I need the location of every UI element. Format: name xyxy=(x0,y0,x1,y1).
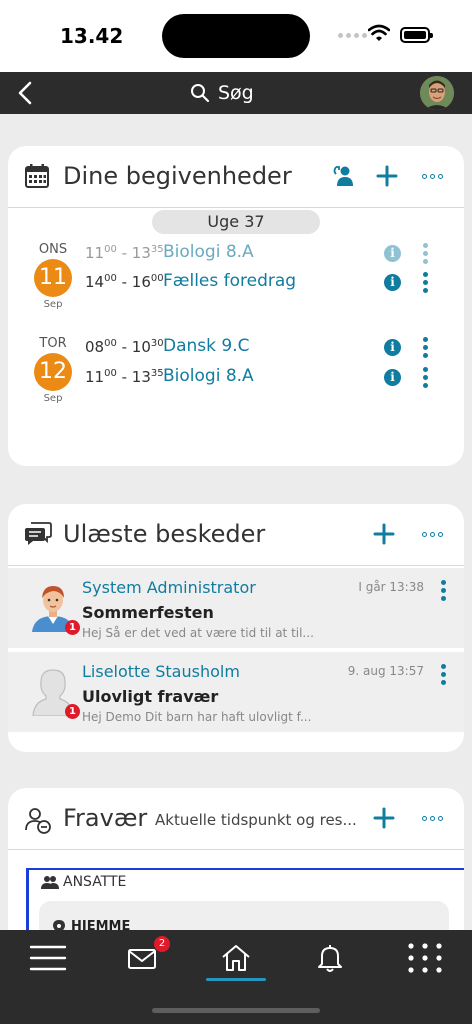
message-time: I går 13:38 xyxy=(358,580,424,594)
status-bar: 13.42 xyxy=(0,0,472,72)
messages-card-title: Ulæste beskeder xyxy=(63,520,266,548)
dynamic-island xyxy=(162,14,310,58)
add-event-button[interactable] xyxy=(376,165,398,187)
message-time: 9. aug 13:57 xyxy=(347,664,424,678)
battery-icon xyxy=(400,27,433,43)
message-subject: Ulovligt fravær xyxy=(82,687,219,706)
message-sender: Liselotte Stausholm xyxy=(82,662,240,681)
events-card-title: Dine begivenheder xyxy=(63,162,292,190)
top-navigation: Søg xyxy=(0,72,472,114)
calendar-icon xyxy=(25,164,49,188)
absence-card: Fravær Aktuelle tidspunkt og res... ANSA… xyxy=(8,788,464,938)
absence-panel: ANSATTE HJEMME xyxy=(26,868,464,938)
event-more-button[interactable] xyxy=(423,243,428,264)
info-icon[interactable]: i xyxy=(384,274,401,291)
people-icon xyxy=(41,876,59,889)
search-button[interactable]: Søg xyxy=(190,80,254,106)
day-weekday: TOR xyxy=(39,336,67,351)
message-item[interactable]: 1 System Administrator I går 13:38 Somme… xyxy=(8,568,464,648)
message-item[interactable]: 1 Liselotte Stausholm 9. aug 13:57 Ulovl… xyxy=(8,652,464,732)
absence-card-subtitle: Aktuelle tidspunkt og res... xyxy=(155,811,357,829)
back-button[interactable] xyxy=(12,79,42,107)
home-nav-button[interactable] xyxy=(220,942,252,974)
notifications-nav-button[interactable] xyxy=(316,942,344,974)
event-more-button[interactable] xyxy=(423,272,428,293)
active-tab-indicator xyxy=(206,978,266,981)
message-subject: Sommerfesten xyxy=(82,603,214,622)
add-absence-button[interactable] xyxy=(373,807,395,829)
day-number: 11 xyxy=(34,259,72,297)
chat-icon xyxy=(25,522,52,545)
staff-label: ANSATTE xyxy=(63,874,127,890)
event-title[interactable]: Biologi 8.A xyxy=(163,366,254,386)
info-icon[interactable]: i xyxy=(384,245,401,262)
message-more-button[interactable] xyxy=(441,664,446,685)
search-label: Søg xyxy=(218,82,254,104)
day-block: ONS 11 Sep xyxy=(30,242,76,310)
week-badge: Uge 37 xyxy=(152,210,320,234)
new-message-button[interactable] xyxy=(373,523,395,545)
day-number: 12 xyxy=(34,353,72,391)
absence-more-button[interactable] xyxy=(422,816,443,821)
event-title[interactable]: Biologi 8.A xyxy=(163,242,254,262)
unread-badge: 1 xyxy=(65,620,80,635)
messages-nav-button[interactable] xyxy=(127,942,157,974)
unread-badge: 1 xyxy=(65,704,80,719)
event-time: 1400 - 1600 xyxy=(85,273,164,291)
event-time: 1100 - 1335 xyxy=(85,244,164,262)
day-month: Sep xyxy=(43,299,63,310)
home-indicator xyxy=(152,1008,320,1013)
event-row[interactable]: 1100 - 1335 Biologi 8.A i xyxy=(85,366,455,390)
messages-card: Ulæste beskeder 1 System Administrator I… xyxy=(8,504,464,752)
staff-group: ANSATTE xyxy=(41,874,126,890)
absence-icon xyxy=(25,808,51,834)
event-time: 0800 - 1030 xyxy=(85,338,164,356)
info-icon[interactable]: i xyxy=(384,339,401,356)
switch-user-button[interactable] xyxy=(333,164,355,188)
absence-card-title: Fravær xyxy=(63,804,148,832)
messages-card-header: Ulæste beskeder xyxy=(8,504,464,566)
events-card-header: Dine begivenheder xyxy=(8,146,464,208)
messages-more-button[interactable] xyxy=(422,532,443,537)
event-row[interactable]: 0800 - 1030 Dansk 9.C i xyxy=(85,336,455,360)
event-title[interactable]: Fælles foredrag xyxy=(163,271,296,291)
apps-nav-button[interactable] xyxy=(406,942,444,974)
event-row[interactable]: 1400 - 1600 Fælles foredrag i xyxy=(85,271,455,295)
event-title[interactable]: Dansk 9.C xyxy=(163,336,249,356)
message-sender: System Administrator xyxy=(82,578,256,597)
day-block: TOR 12 Sep xyxy=(30,336,76,404)
event-more-button[interactable] xyxy=(423,337,428,358)
menu-button[interactable] xyxy=(29,942,67,974)
messages-badge: 2 xyxy=(154,936,170,952)
status-time: 13.42 xyxy=(60,24,124,48)
day-month: Sep xyxy=(43,393,63,404)
event-row[interactable]: 1100 - 1335 Biologi 8.A i xyxy=(85,242,455,266)
absence-card-header: Fravær Aktuelle tidspunkt og res... xyxy=(8,788,464,850)
user-avatar[interactable] xyxy=(420,76,454,110)
search-icon xyxy=(191,84,210,103)
day-weekday: ONS xyxy=(38,242,68,257)
wifi-icon xyxy=(368,24,390,41)
events-more-button[interactable] xyxy=(422,174,443,179)
message-preview: Hej Så er det ved at være tid til at til… xyxy=(82,626,314,640)
events-body: Uge 37 ONS 11 Sep 1100 - 1335 Biologi 8.… xyxy=(8,208,464,466)
events-card: Dine begivenheder Uge 37 ONS 11 Sep 1100… xyxy=(8,146,464,466)
event-time: 1100 - 1335 xyxy=(85,368,164,386)
info-icon[interactable]: i xyxy=(384,369,401,386)
bottom-navigation: 2 xyxy=(0,930,472,1024)
message-preview: Hej Demo Dit barn har haft ulovligt f... xyxy=(82,710,312,724)
signal-icon xyxy=(338,33,367,38)
message-more-button[interactable] xyxy=(441,580,446,601)
event-more-button[interactable] xyxy=(423,367,428,388)
